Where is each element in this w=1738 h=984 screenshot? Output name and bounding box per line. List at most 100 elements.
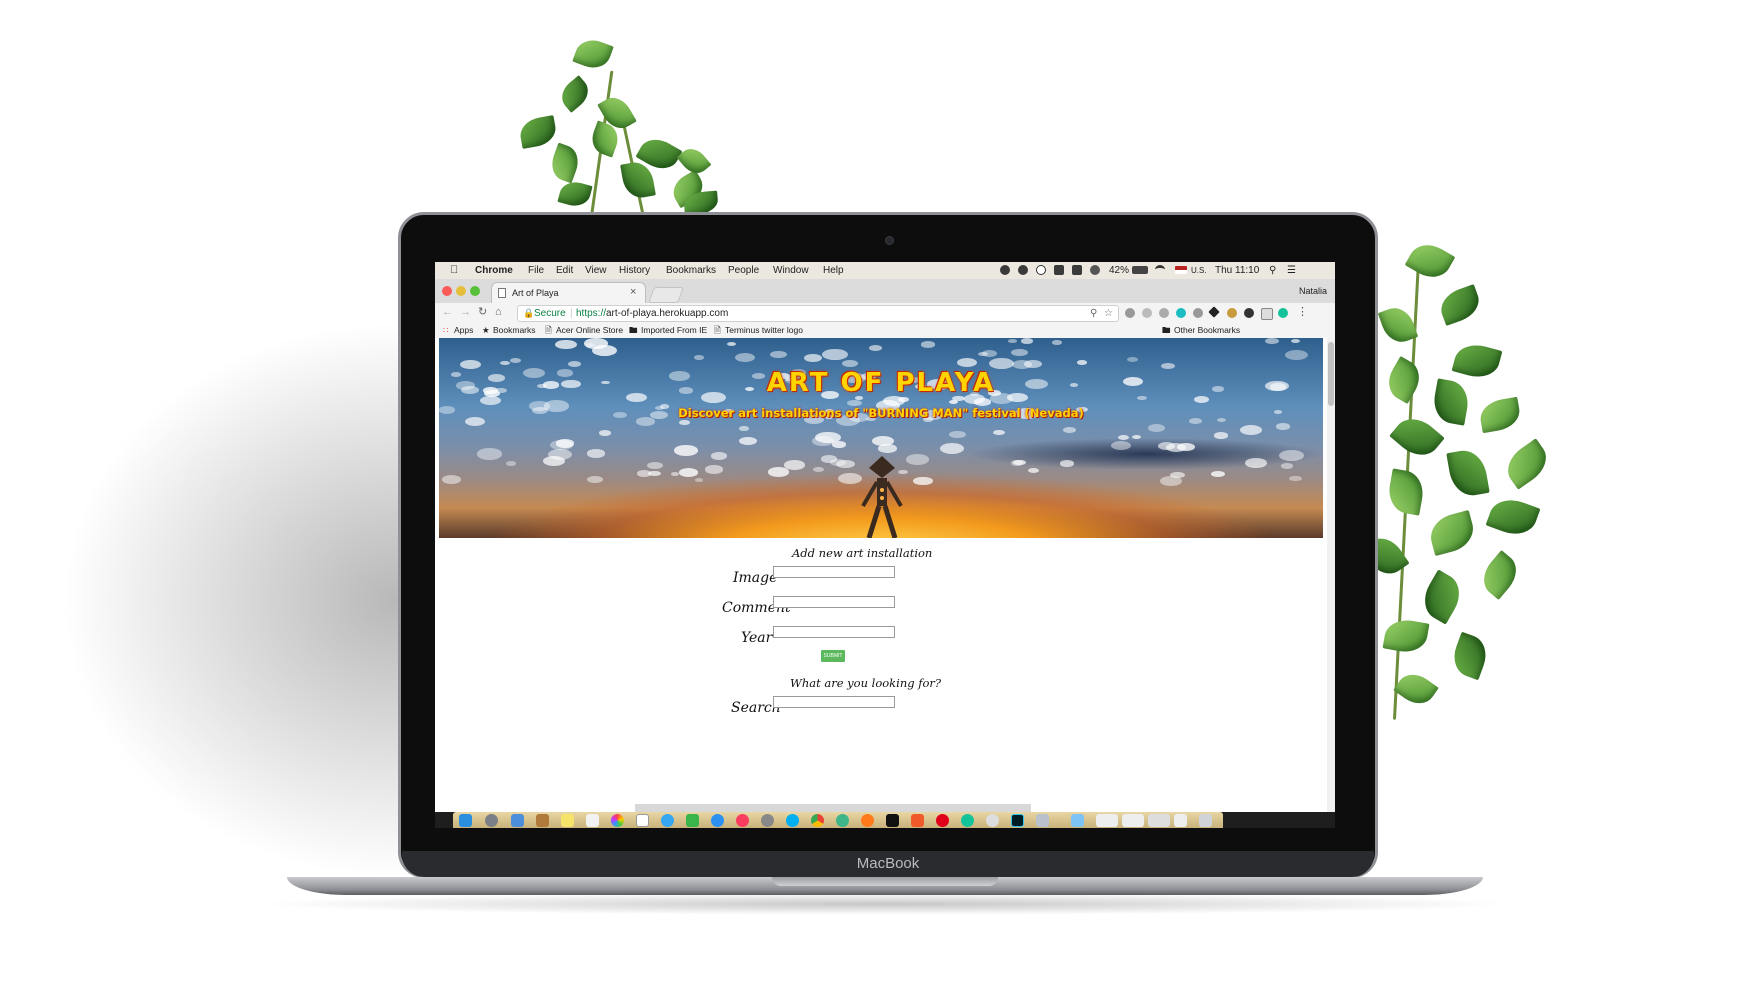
airdrop-icon[interactable] (1090, 265, 1100, 275)
trash-icon[interactable] (1199, 814, 1212, 827)
bookmark-bookmarks[interactable]: Bookmarks (493, 325, 536, 336)
skype-icon[interactable] (786, 814, 799, 827)
camera-icon (885, 236, 894, 245)
photoshop-icon[interactable] (1011, 814, 1024, 827)
window-thumbnail-icon[interactable] (1148, 814, 1170, 827)
menu-file[interactable]: File (528, 264, 544, 277)
terminal-icon[interactable] (886, 814, 899, 827)
extension-box-icon[interactable] (1261, 308, 1273, 320)
extension-translate-icon[interactable] (1125, 308, 1135, 318)
wifi-icon[interactable] (1155, 265, 1165, 274)
close-window-icon[interactable] (442, 286, 452, 296)
alfred-hat-icon[interactable] (1018, 265, 1028, 275)
launchpad-icon[interactable] (485, 814, 498, 827)
notebook-icon[interactable] (536, 814, 549, 827)
menu-app-name[interactable]: Chrome (475, 264, 513, 277)
photos-icon[interactable] (611, 814, 624, 827)
menu-edit[interactable]: Edit (556, 264, 573, 277)
zoom-search-icon[interactable]: ⚲ (1090, 306, 1097, 321)
downloads-folder-icon[interactable] (1071, 814, 1084, 827)
address-bar[interactable]: 🔒 Secure | https:// art-of-playa.herokua… (517, 305, 1119, 322)
back-icon[interactable]: ← (442, 307, 453, 318)
opera-icon[interactable] (936, 814, 949, 827)
extension-teal-icon[interactable] (1176, 308, 1186, 318)
bookmark-other-bookmarks[interactable]: Other Bookmarks (1174, 325, 1240, 336)
creative-cloud-icon[interactable] (1000, 265, 1010, 275)
atom-icon[interactable] (836, 814, 849, 827)
xcode-icon[interactable] (911, 814, 924, 827)
menu-bookmarks[interactable]: Bookmarks (666, 264, 716, 277)
firefox-icon[interactable] (861, 814, 874, 827)
bookmarks-bar: ∷ Apps ★ Bookmarks 🗎 Acer Online Store 🖿… (435, 323, 1335, 339)
messages-icon[interactable] (661, 814, 674, 827)
facetime-icon[interactable] (686, 814, 699, 827)
battery-icon[interactable] (1132, 266, 1148, 274)
tab-art-of-playa[interactable]: Art of Playa × (491, 282, 646, 303)
forward-icon[interactable]: → (460, 307, 471, 318)
extension-diamond-icon[interactable] (1208, 306, 1220, 318)
input-source[interactable]: U.S. (1191, 264, 1207, 277)
menu-people[interactable]: People (728, 264, 759, 277)
scrollbar-thumb[interactable] (1328, 342, 1334, 406)
extension-pocket-icon[interactable] (1142, 308, 1152, 318)
cloud (1059, 460, 1074, 467)
chrome-icon[interactable] (811, 814, 824, 827)
cloud (568, 361, 582, 368)
spotlight-icon[interactable]: ⚲ (1269, 264, 1276, 277)
clock[interactable]: Thu 11:10 (1215, 264, 1259, 277)
file-manager-icon[interactable] (1036, 814, 1049, 827)
preview-icon[interactable] (511, 814, 524, 827)
menu-help[interactable]: Help (823, 264, 844, 277)
bookmark-imported-from-ie[interactable]: Imported From IE (641, 325, 707, 336)
extension-dark-icon[interactable] (1244, 308, 1254, 318)
menu-history[interactable]: History (619, 264, 650, 277)
window-thumbnail-icon[interactable] (1096, 814, 1118, 827)
chrome-menu-icon[interactable]: ⋮ (1297, 307, 1308, 318)
bookmark-star-icon[interactable]: ☆ (1104, 306, 1113, 321)
extension-arrow-icon[interactable] (1193, 308, 1203, 318)
window-thumbnail-icon[interactable] (1122, 814, 1144, 827)
calendar-sheet-icon[interactable] (586, 814, 599, 827)
extension-avatar-icon[interactable] (1227, 308, 1237, 318)
grammarly-icon[interactable] (1278, 308, 1288, 318)
reload-icon[interactable]: ↻ (478, 307, 487, 318)
comment-input[interactable] (773, 596, 895, 608)
extension-mic-icon[interactable] (1159, 308, 1169, 318)
minimize-window-icon[interactable] (456, 286, 466, 296)
new-tab-button[interactable] (648, 287, 684, 303)
notification-center-icon[interactable]: ☰ (1287, 264, 1296, 277)
menu-view[interactable]: View (585, 264, 607, 277)
system-preferences-icon[interactable] (761, 814, 774, 827)
image-input[interactable] (773, 566, 895, 578)
home-icon[interactable]: ⌂ (495, 307, 502, 318)
notes-icon[interactable] (561, 814, 574, 827)
search-input[interactable] (773, 696, 895, 708)
document-icon[interactable] (1174, 814, 1187, 827)
apple-icon[interactable]:  (450, 264, 458, 277)
grammarly-dock-icon[interactable] (961, 814, 974, 827)
finder-icon[interactable] (459, 814, 472, 827)
page-icon: 🗎 (545, 325, 552, 335)
cloud (555, 339, 577, 350)
page-scrollbar[interactable] (1327, 338, 1335, 812)
submit-button[interactable]: SUBMIT (821, 650, 845, 662)
zoom-window-icon[interactable] (470, 286, 480, 296)
cloud (993, 429, 1005, 435)
sequel-pro-icon[interactable] (986, 814, 999, 827)
tab-close-icon[interactable]: × (630, 286, 636, 298)
screenshot-icon[interactable] (1054, 265, 1064, 275)
bookmark-acer-online-store[interactable]: Acer Online Store (556, 325, 623, 336)
profile-name[interactable]: Natalia (1299, 285, 1327, 297)
itunes-icon[interactable] (736, 814, 749, 827)
year-input[interactable] (773, 626, 895, 638)
cloud (939, 443, 964, 455)
calendar-icon[interactable] (636, 814, 649, 827)
cloud (1275, 423, 1290, 430)
bookmark-apps[interactable]: Apps (454, 325, 473, 336)
us-flag-icon[interactable] (1175, 266, 1187, 274)
app-store-icon[interactable] (711, 814, 724, 827)
bookmark-terminus-twitter-logo[interactable]: Terminus twitter logo (725, 325, 803, 336)
dnd-icon[interactable] (1036, 265, 1046, 275)
spark-icon[interactable] (1072, 265, 1082, 275)
menu-window[interactable]: Window (773, 264, 809, 277)
